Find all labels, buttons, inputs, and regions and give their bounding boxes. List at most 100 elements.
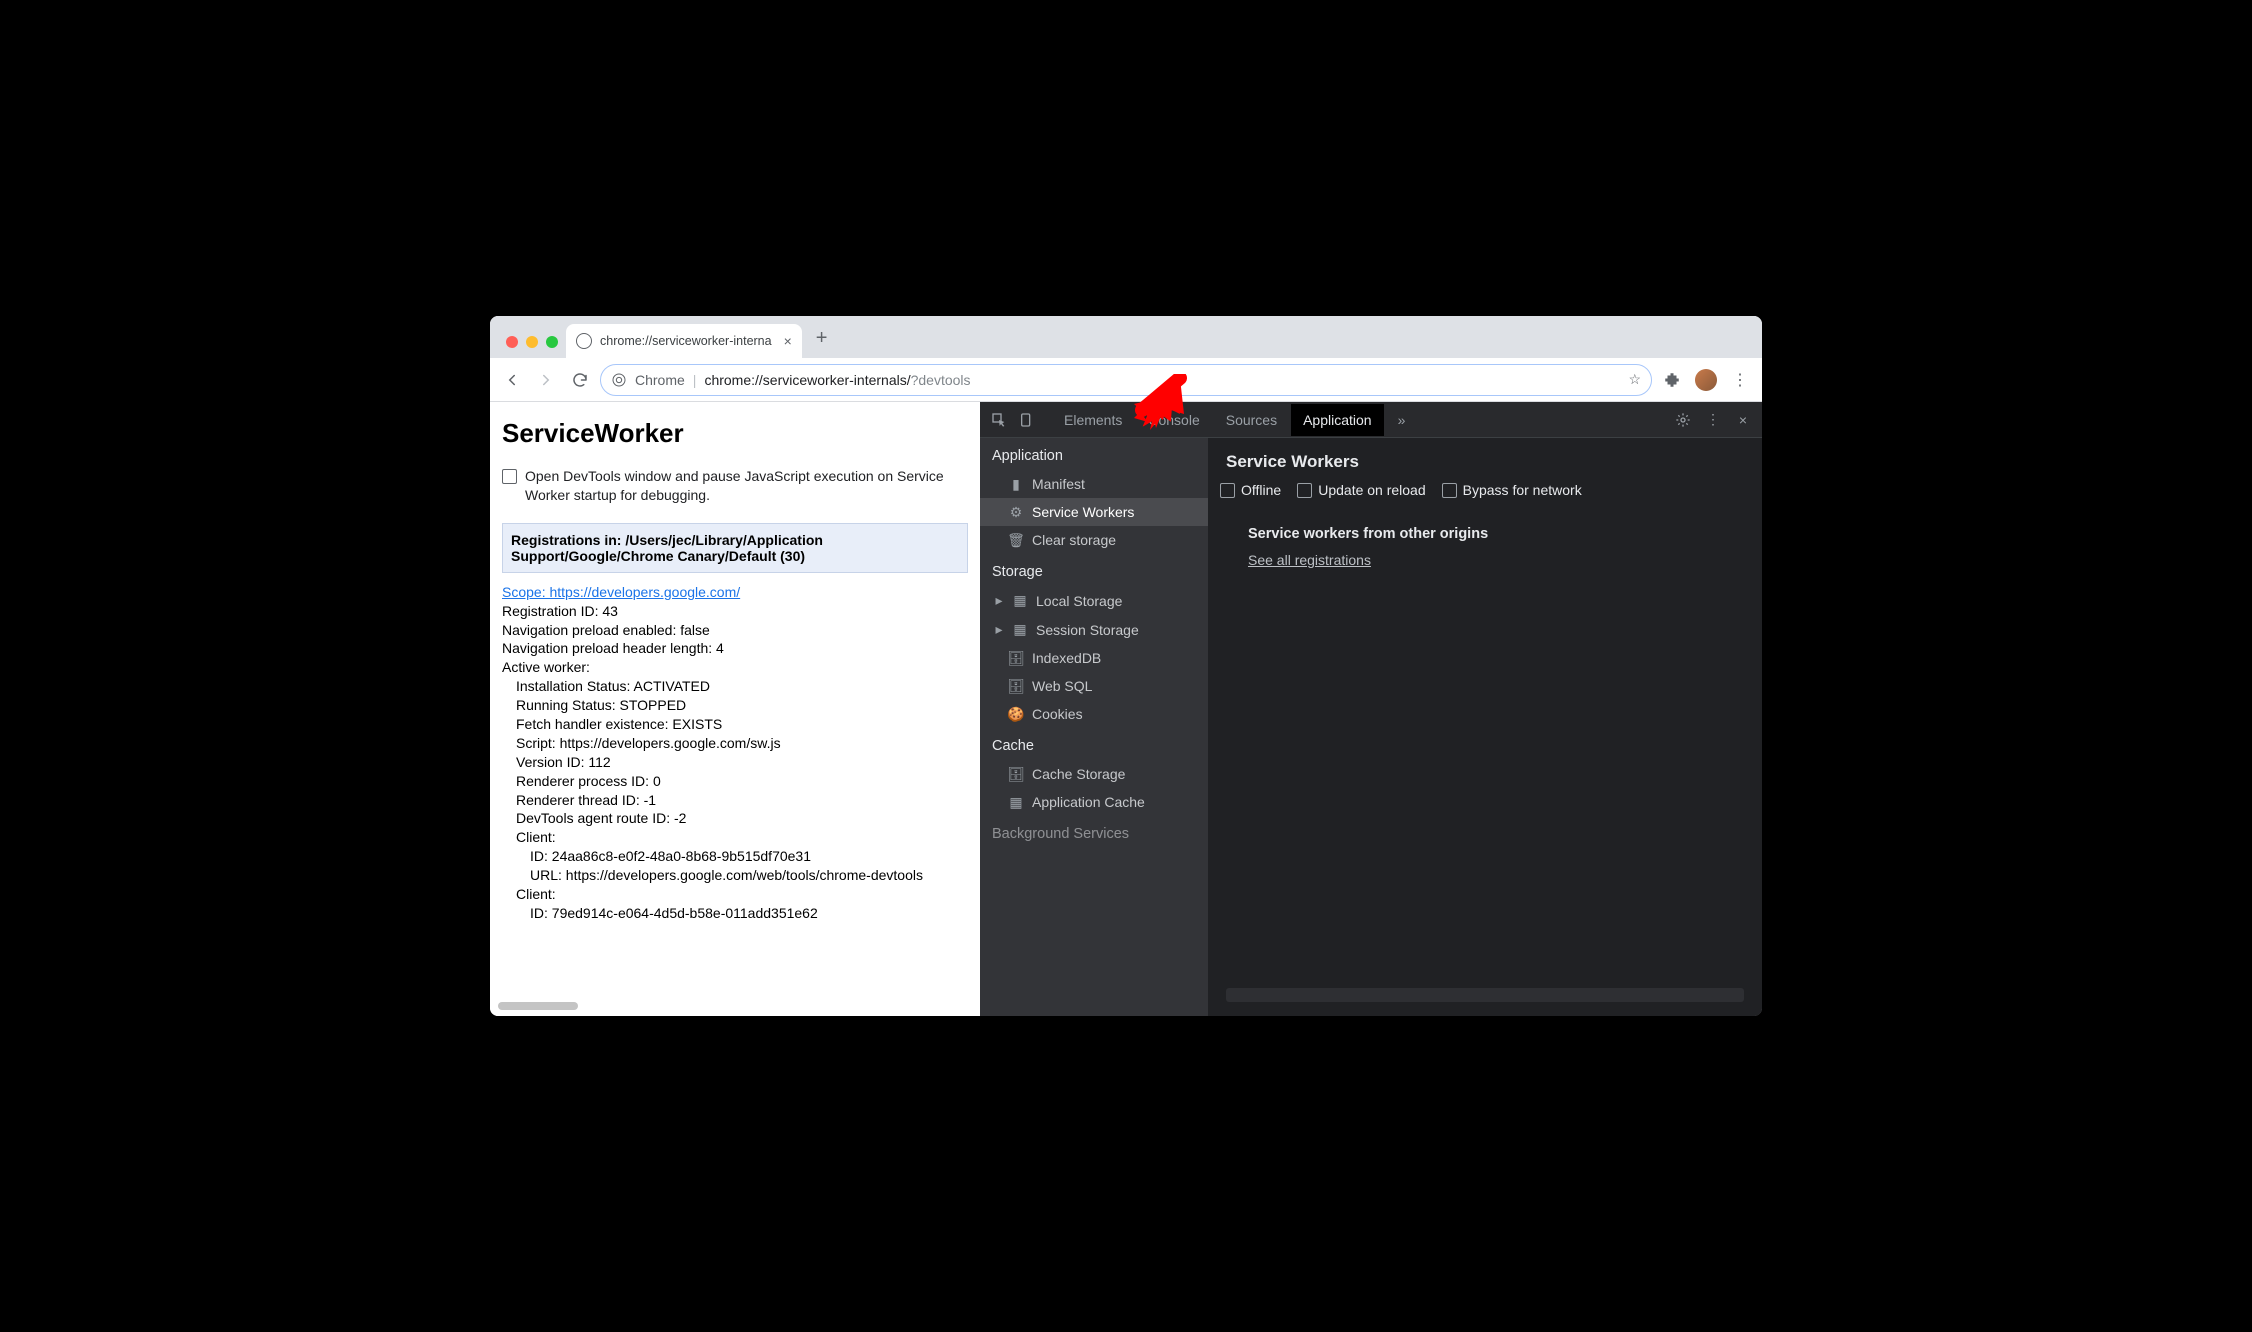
sidebar-item-manifest[interactable]: ▮Manifest [980,470,1208,498]
sidebar-item-service-workers[interactable]: ⚙Service Workers [980,498,1208,526]
reload-button[interactable] [566,366,594,394]
install-status: Installation Status: ACTIVATED [502,677,968,696]
renderer-pid: Renderer process ID: 0 [502,772,968,791]
chevron-right-icon: ▸ [994,592,1004,609]
browser-window: chrome://serviceworker-interna × + Chrom… [490,316,1762,1016]
toolbar: Chrome | chrome://serviceworker-internal… [490,358,1762,402]
tabs-overflow[interactable]: » [1386,404,1418,436]
profile-avatar[interactable] [1692,366,1720,394]
bypass-network-label: Bypass for network [1463,482,1582,498]
registrations-header: Registrations in: /Users/jec/Library/App… [502,523,968,573]
gear-icon: ⚙ [1008,504,1024,520]
window-controls [498,336,566,358]
cookie-icon: 🍪 [1008,706,1024,722]
horizontal-scrollbar[interactable] [498,1002,578,1010]
devtools-tabbar: Elements Console Sources Application » ⋮… [980,402,1762,438]
sidebar-item-indexeddb[interactable]: 🗄IndexedDB [980,644,1208,672]
tab-application[interactable]: Application [1291,404,1384,436]
sidebar-item-cache-storage[interactable]: 🗄Cache Storage [980,760,1208,788]
sw-panel-title: Service Workers [1208,438,1762,482]
tab-sources[interactable]: Sources [1214,404,1289,436]
active-worker-label: Active worker: [502,658,968,677]
file-icon: ▮ [1008,476,1024,492]
running-status: Running Status: STOPPED [502,696,968,715]
browser-menu-button[interactable]: ⋮ [1726,366,1754,394]
group-cache: Cache [980,728,1208,760]
sidebar-item-clear-storage[interactable]: 🗑Clear storage [980,526,1208,554]
tab-strip: chrome://serviceworker-interna × + [490,316,1762,358]
close-window-button[interactable] [506,336,518,348]
database-icon: 🗄 [1008,678,1024,694]
browser-tab[interactable]: chrome://serviceworker-interna × [566,324,802,358]
omnibox-separator: | [693,372,697,388]
chrome-icon [611,372,627,388]
renderer-tid: Renderer thread ID: -1 [502,791,968,810]
group-storage: Storage [980,554,1208,586]
sidebar-item-session-storage[interactable]: ▸▦Session Storage [980,615,1208,644]
new-tab-button[interactable]: + [802,327,842,358]
sidebar-item-local-storage[interactable]: ▸▦Local Storage [980,586,1208,615]
grid-icon: ▦ [1012,622,1028,638]
group-application: Application [980,438,1208,470]
devtools-close-icon[interactable]: × [1730,407,1756,433]
version-id: Version ID: 112 [502,753,968,772]
nav-preload-length: Navigation preload header length: 4 [502,639,968,658]
sidebar-item-websql[interactable]: 🗄Web SQL [980,672,1208,700]
application-sidebar: Application ▮Manifest ⚙Service Workers 🗑… [980,438,1208,1016]
page-content: ServiceWorker Open DevTools window and p… [490,402,980,1016]
bookmark-star-icon[interactable]: ☆ [1628,371,1641,388]
client1-url: URL: https://developers.google.com/web/t… [502,866,968,885]
sidebar-item-application-cache[interactable]: ▦Application Cache [980,788,1208,816]
address-bar[interactable]: Chrome | chrome://serviceworker-internal… [600,364,1652,396]
tab-title: chrome://serviceworker-interna [600,334,772,348]
update-on-reload-checkbox[interactable] [1297,483,1312,498]
tab-elements[interactable]: Elements [1052,404,1134,436]
database-icon: 🗄 [1008,650,1024,666]
debug-checkbox[interactable] [502,469,517,484]
client2-id: ID: 79ed914c-e064-4d5d-b58e-011add351e62 [502,904,968,923]
device-icon[interactable] [1014,407,1040,433]
bypass-network-checkbox[interactable] [1442,483,1457,498]
minimize-window-button[interactable] [526,336,538,348]
sidebar-item-cookies[interactable]: 🍪Cookies [980,700,1208,728]
client2-label: Client: [502,885,968,904]
tab-console[interactable]: Console [1136,404,1211,436]
debug-checkbox-label: Open DevTools window and pause JavaScrip… [525,467,968,505]
globe-icon [576,333,592,349]
panel-scrollbar[interactable] [1226,988,1744,1002]
inspect-icon[interactable] [986,407,1012,433]
registration-id: Registration ID: 43 [502,602,968,621]
see-all-registrations-link[interactable]: See all registrations [1248,552,1371,568]
devtools-route: DevTools agent route ID: -2 [502,809,968,828]
devtools-menu-icon[interactable]: ⋮ [1700,407,1726,433]
omnibox-prefix: Chrome [635,372,685,388]
page-title: ServiceWorker [502,418,968,449]
chevron-right-icon: ▸ [994,621,1004,638]
grid-icon: ▦ [1008,794,1024,810]
fetch-handler: Fetch handler existence: EXISTS [502,715,968,734]
grid-icon: ▦ [1012,593,1028,609]
back-button[interactable] [498,366,526,394]
client-label: Client: [502,828,968,847]
scope-link[interactable]: Scope: https://developers.google.com/ [502,584,740,600]
extensions-icon[interactable] [1658,366,1686,394]
service-workers-panel: Service Workers Offline Update on reload… [1208,438,1762,1016]
forward-button[interactable] [532,366,560,394]
update-on-reload-label: Update on reload [1318,482,1425,498]
close-tab-button[interactable]: × [784,333,792,349]
group-background-services: Background Services [980,816,1208,848]
settings-gear-icon[interactable] [1670,407,1696,433]
registration-details: Scope: https://developers.google.com/ Re… [502,583,968,923]
sw-other-origins-title: Service workers from other origins [1248,526,1744,542]
offline-label: Offline [1241,482,1281,498]
sw-options: Offline Update on reload Bypass for netw… [1208,482,1762,508]
client1-id: ID: 24aa86c8-e0f2-48a0-8b68-9b515df70e31 [502,847,968,866]
devtools-panel: Elements Console Sources Application » ⋮… [980,402,1762,1016]
nav-preload-enabled: Navigation preload enabled: false [502,621,968,640]
script-url: Script: https://developers.google.com/sw… [502,734,968,753]
maximize-window-button[interactable] [546,336,558,348]
database-icon: 🗄 [1008,766,1024,782]
trash-icon: 🗑 [1008,532,1024,548]
omnibox-url: chrome://serviceworker-internals/?devtoo… [704,372,970,388]
offline-checkbox[interactable] [1220,483,1235,498]
